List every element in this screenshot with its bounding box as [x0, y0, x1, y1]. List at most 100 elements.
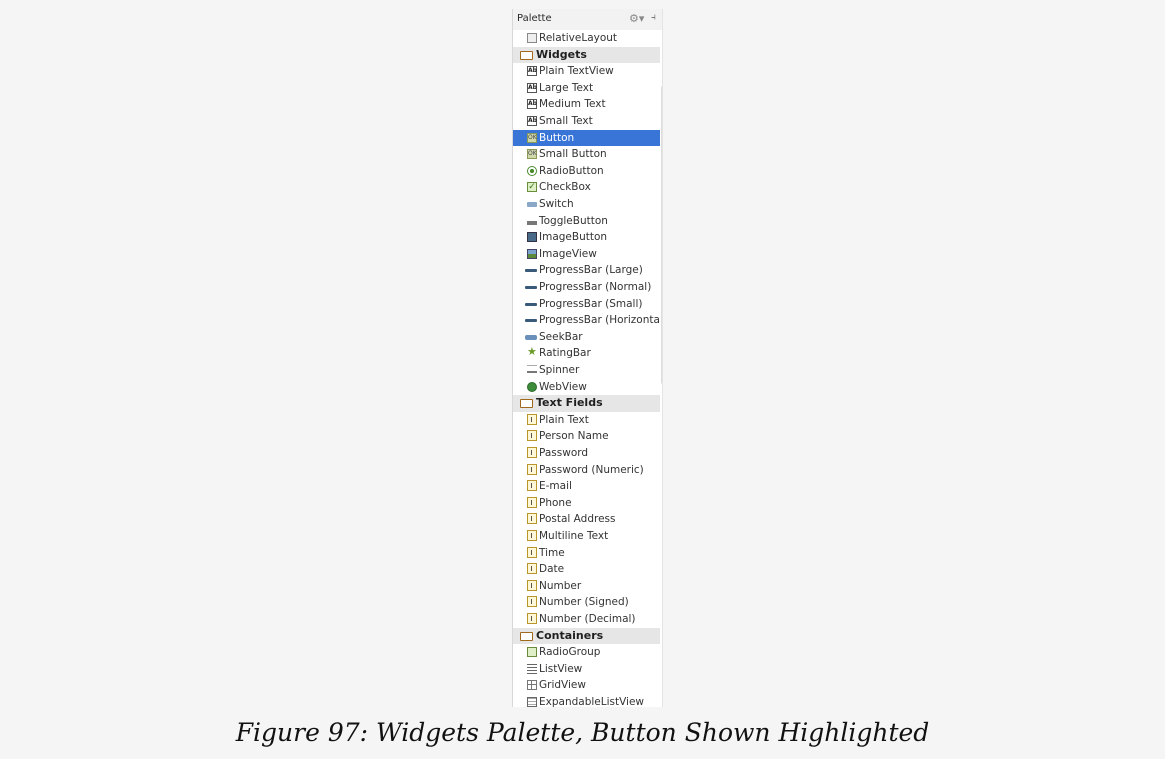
palette-item-radiobutton[interactable]: RadioButton: [513, 163, 660, 180]
palette-item-relativelayout[interactable]: RelativeLayout: [513, 30, 660, 47]
list-icon: [527, 663, 537, 674]
check-icon: ✓: [527, 182, 537, 193]
category-label: Text Fields: [536, 396, 603, 410]
palette-item-seekbar[interactable]: SeekBar: [513, 329, 660, 346]
category-label: Containers: [536, 628, 604, 642]
field-icon: [527, 447, 537, 458]
field-icon: [527, 480, 537, 492]
palette-item-label: ProgressBar (Normal): [539, 281, 652, 293]
palette-item-label: SeekBar: [539, 330, 583, 343]
palette-item-number[interactable]: Number: [513, 578, 660, 595]
palette-item-medium-text[interactable]: Ab Medium Text: [513, 96, 660, 113]
palette-item-label: ImageButton: [539, 231, 608, 244]
palette-item-progressbar-horizontal[interactable]: ProgressBar (Horizontal): [513, 312, 660, 329]
palette-item-webview[interactable]: WebView: [513, 379, 660, 396]
palette-item-progressbar-normal[interactable]: ProgressBar (Normal): [513, 279, 660, 296]
category-widgets[interactable]: Widgets: [513, 46, 660, 64]
folder-icon: [520, 631, 533, 641]
palette-item-progressbar-large[interactable]: ProgressBar (Large): [513, 262, 660, 279]
palette-item-time[interactable]: Time: [513, 545, 660, 562]
category-containers[interactable]: Containers: [513, 627, 660, 645]
field-icon: [527, 596, 537, 608]
palette-item-label: RadioGroup: [539, 646, 601, 659]
category-text-fields[interactable]: Text Fields: [513, 395, 660, 412]
palette-item-listview[interactable]: ListView: [513, 661, 660, 678]
palette-item-label: Spinner: [539, 364, 580, 376]
palette-item-label: Small Text: [539, 115, 593, 127]
gear-icon[interactable]: ⚙▾: [629, 12, 644, 25]
palette-item-checkbox[interactable]: ✓ CheckBox: [513, 179, 660, 196]
palette-item-button[interactable]: OK Button: [513, 129, 660, 147]
ok-icon: OK: [527, 132, 537, 143]
ok-icon: OK: [527, 149, 537, 160]
pin-icon[interactable]: ⫞: [651, 12, 656, 23]
palette-item-label: Large Text: [539, 81, 594, 94]
palette-item-label: WebView: [539, 380, 587, 393]
palette-item-plain-textview[interactable]: Ab Plain TextView: [513, 63, 660, 80]
field-icon: [527, 546, 537, 558]
palette-item-postal-address[interactable]: Postal Address: [513, 511, 660, 528]
palette-item-label: ProgressBar (Horizontal): [539, 314, 660, 327]
palette-item-label: Phone: [539, 496, 572, 509]
layout-icon: [527, 33, 537, 43]
image-icon: [527, 232, 537, 243]
palette-item-plain-text[interactable]: Plain Text: [513, 412, 660, 429]
field-icon: [527, 513, 537, 525]
palette-title: Palette: [517, 13, 552, 24]
palette-item-multiline-text[interactable]: Multiline Text: [513, 528, 660, 545]
palette-item-label: RelativeLayout: [539, 32, 618, 44]
palette-item-progressbar-small[interactable]: ProgressBar (Small): [513, 296, 660, 313]
palette-item-imagebutton[interactable]: ImageButton: [513, 229, 660, 246]
palette-item-gridview[interactable]: GridView: [513, 677, 660, 694]
folder-icon: [520, 50, 533, 60]
palette-item-label: Postal Address: [539, 513, 616, 526]
palette-item-number-signed[interactable]: Number (Signed): [513, 594, 660, 611]
palette-item-password[interactable]: Password: [513, 445, 660, 462]
palette-item-radiogroup[interactable]: RadioGroup: [513, 644, 660, 661]
page: Palette ⚙▾ ⫞ RelativeLayout Widgets Ab Plai…: [0, 0, 1165, 759]
palette-item-phone[interactable]: Phone: [513, 495, 660, 512]
palette-item-ratingbar[interactable]: ★ RatingBar: [513, 345, 660, 362]
palette-item-expandablelistview[interactable]: ExpandableListView: [513, 694, 660, 707]
palette-item-label: RadioButton: [539, 164, 604, 177]
palette-item-spinner[interactable]: Spinner: [513, 362, 660, 379]
palette-item-label: Multiline Text: [539, 530, 609, 542]
palette-item-switch[interactable]: Switch: [513, 196, 660, 213]
palette-item-label: CheckBox: [539, 181, 591, 194]
palette-item-date[interactable]: Date: [513, 561, 660, 578]
palette-item-label: Small Button: [539, 148, 607, 161]
toggle-icon: [527, 220, 537, 225]
palette-item-label: Number (Decimal): [539, 613, 636, 625]
palette-item-label: Plain Text: [539, 413, 589, 426]
field-icon: [527, 496, 537, 508]
web-icon: [527, 381, 537, 392]
scrollbar[interactable]: [661, 85, 662, 385]
palette-item-label: RatingBar: [539, 347, 591, 360]
palette-item-label: GridView: [539, 679, 586, 692]
palette-item-e-mail[interactable]: E-mail: [513, 478, 660, 495]
palette-item-imageview[interactable]: ImageView: [513, 246, 660, 263]
field-icon: [527, 530, 537, 541]
ab-icon: Ab: [527, 99, 537, 110]
palette-item-number-decimal[interactable]: Number (Decimal): [513, 611, 660, 628]
palette-item-label: Date: [539, 563, 565, 576]
seek-icon: [525, 334, 537, 340]
palette-item-label: Switch: [539, 198, 574, 210]
palette-header: Palette ⚙▾ ⫞: [513, 9, 662, 30]
folder-icon: [520, 399, 533, 409]
category-label: Widgets: [536, 47, 587, 61]
palette-item-person-name[interactable]: Person Name: [513, 428, 660, 445]
field-icon: [527, 563, 537, 575]
palette-item-small-button[interactable]: OK Small Button: [513, 146, 660, 163]
palette-item-small-text[interactable]: Ab Small Text: [513, 113, 660, 130]
palette-item-togglebutton[interactable]: ToggleButton: [513, 213, 660, 230]
palette-item-label: Plain TextView: [539, 65, 614, 78]
imageview-icon: [527, 248, 537, 259]
palette-item-label: Number (Signed): [539, 596, 629, 609]
radio-icon: [527, 165, 537, 176]
spinner-icon: [527, 365, 537, 373]
palette-item-password-numeric[interactable]: Password (Numeric): [513, 462, 660, 479]
palette-item-large-text[interactable]: Ab Large Text: [513, 80, 660, 97]
progress-icon: [525, 302, 537, 306]
progress-icon: [525, 286, 537, 289]
